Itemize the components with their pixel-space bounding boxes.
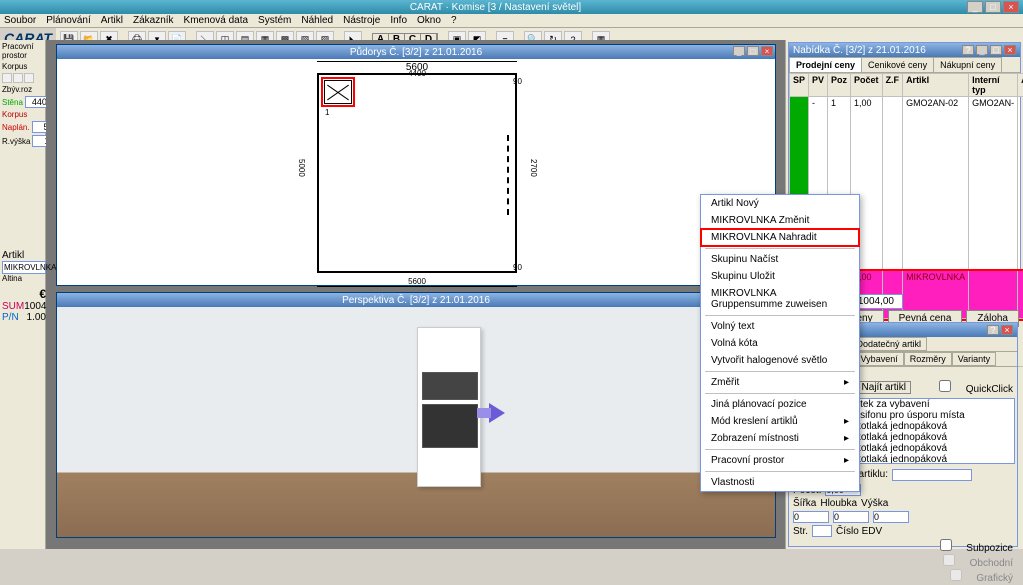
minimize-button[interactable]: _ xyxy=(967,1,983,13)
left-icon[interactable] xyxy=(24,73,34,83)
chevron-right-icon: ▸ xyxy=(844,416,849,427)
menu-system[interactable]: Systém xyxy=(258,15,291,26)
tab-varianty[interactable]: Varianty xyxy=(952,352,996,366)
left-ppn: 1.00 xyxy=(27,312,46,323)
menu-help[interactable]: ? xyxy=(451,15,457,26)
offer-help[interactable]: ? xyxy=(962,45,974,55)
menubar: Soubor Plánování Artikl Zákazník Kmenová… xyxy=(0,14,1023,28)
currency-label: € xyxy=(2,287,46,301)
tab-dodat[interactable]: Dodatečný artikl xyxy=(851,337,928,351)
left-sum: 1004 xyxy=(24,301,46,312)
tab-vybaveni[interactable]: Vybavení xyxy=(855,352,904,366)
offer-close[interactable]: × xyxy=(1004,45,1016,55)
close-button[interactable]: × xyxy=(1003,1,1019,13)
ctx-pracovni-prostor[interactable]: Pracovní prostor▸ xyxy=(701,452,859,469)
sirka-input[interactable] xyxy=(793,511,829,523)
left-artikl-value: MIKROVLNKA xyxy=(2,261,46,274)
str-input[interactable] xyxy=(812,525,832,537)
vyska-input[interactable] xyxy=(873,511,909,523)
ctx-skupinu-nacist[interactable]: Skupinu Načíst xyxy=(701,251,859,268)
ctx-volna-kota[interactable]: Volná kóta xyxy=(701,335,859,352)
menu-nahled[interactable]: Náhled xyxy=(301,15,333,26)
chevron-right-icon: ▸ xyxy=(844,433,849,444)
left-artikl-label: Artikl xyxy=(2,250,46,261)
left-altname: Altina xyxy=(2,274,46,283)
oven-icon xyxy=(422,404,478,448)
window-title: CARAT · Komise [3 / Nastavení světel] xyxy=(410,2,581,13)
menu-soubor[interactable]: Soubor xyxy=(4,15,36,26)
maximize-button[interactable]: □ xyxy=(985,1,1001,13)
ctx-zmenit[interactable]: MIKROVLNKA Změnit xyxy=(701,212,859,229)
left-icon[interactable] xyxy=(13,73,23,83)
context-menu: Artikl Nový MIKROVLNKA Změnit MIKROVLNKA… xyxy=(700,194,860,492)
tab-cenikove[interactable]: Cenikové ceny xyxy=(861,57,934,72)
quickclick-check[interactable] xyxy=(927,380,963,392)
left-group1: Pracovní prostor xyxy=(2,42,43,60)
ctx-skupinu-ulozit[interactable]: Skupinu Uložit xyxy=(701,268,859,285)
perspective-window: Perspektiva Č. [3/2] z 21.01.2016 _□× xyxy=(56,292,776,538)
offer-title: Nabídka Č. [3/2] z 21.01.2016 xyxy=(793,45,926,56)
left-group2: Korpus xyxy=(2,62,43,71)
obchodni-check xyxy=(931,554,967,566)
fp-max[interactable]: □ xyxy=(747,46,759,56)
perspective-title: Perspektiva Č. [3/2] z 21.01.2016 xyxy=(342,295,490,306)
menu-info[interactable]: Info xyxy=(390,15,407,26)
ctx-nahradit[interactable]: MIKROVLNKA Nahradit xyxy=(701,229,859,246)
menu-kmenova[interactable]: Kmenová data xyxy=(184,15,249,26)
subpozice-check[interactable] xyxy=(928,539,964,551)
cislo-artiklu-input[interactable] xyxy=(892,469,972,481)
ctx-artikl-novy[interactable]: Artikl Nový xyxy=(701,195,859,212)
ctx-mod-kresleni[interactable]: Mód kreslení artiklů▸ xyxy=(701,413,859,430)
menu-planovani[interactable]: Plánování xyxy=(46,15,90,26)
microwave-icon xyxy=(422,372,478,400)
direction-arrow-icon xyxy=(489,403,505,423)
fp-min[interactable]: _ xyxy=(733,46,745,56)
tab-prodejni[interactable]: Prodejní ceny xyxy=(789,57,862,72)
ctx-zmerit[interactable]: Změřit▸ xyxy=(701,374,859,391)
ctx-volny-text[interactable]: Volný text xyxy=(701,318,859,335)
door-icon xyxy=(507,135,509,215)
menu-zakaznik[interactable]: Zákazník xyxy=(133,15,174,26)
left-icon[interactable] xyxy=(2,73,12,83)
offer-min[interactable]: _ xyxy=(976,45,988,55)
ctx-zobrazeni[interactable]: Zobrazení místnosti▸ xyxy=(701,430,859,447)
menu-okno[interactable]: Okno xyxy=(417,15,441,26)
ctx-halogen[interactable]: Vytvořit halogenové světlo xyxy=(701,352,859,369)
menu-artikl[interactable]: Artikl xyxy=(101,15,123,26)
selected-element[interactable]: 1 xyxy=(321,77,355,107)
window-titlebar: CARAT · Komise [3 / Nastavení světel] _ … xyxy=(0,0,1023,14)
floorplan-window: Půdorys Č. [3/2] z 21.01.2016 _□× 5600 4… xyxy=(56,44,776,286)
ctx-gruppensumme[interactable]: MIKROVLNKA Gruppensumme zuweisen xyxy=(701,285,859,313)
offer-max[interactable]: □ xyxy=(990,45,1002,55)
ctx-vlastnosti[interactable]: Vlastnosti xyxy=(701,474,859,491)
floorplan-title: Půdorys Č. [3/2] z 21.01.2016 xyxy=(350,47,482,58)
chevron-right-icon: ▸ xyxy=(844,455,849,466)
chevron-right-icon: ▸ xyxy=(844,377,849,388)
fp-close[interactable]: × xyxy=(761,46,773,56)
graficky-check xyxy=(938,569,974,581)
cat-help[interactable]: ? xyxy=(987,325,999,335)
perspective-viewport[interactable] xyxy=(57,307,775,537)
mdi-area: Půdorys Č. [3/2] z 21.01.2016 _□× 5600 4… xyxy=(46,40,785,549)
cabinet-3d xyxy=(417,327,481,487)
tab-nakupni[interactable]: Nákupní ceny xyxy=(933,57,1002,72)
ctx-jina-pozice[interactable]: Jiná plánovací pozice xyxy=(701,396,859,413)
menu-nastroje[interactable]: Nástroje xyxy=(343,15,380,26)
tab-rozmery[interactable]: Rozměry xyxy=(904,352,952,366)
hloubka-input[interactable] xyxy=(833,511,869,523)
cat-close[interactable]: × xyxy=(1001,325,1013,335)
